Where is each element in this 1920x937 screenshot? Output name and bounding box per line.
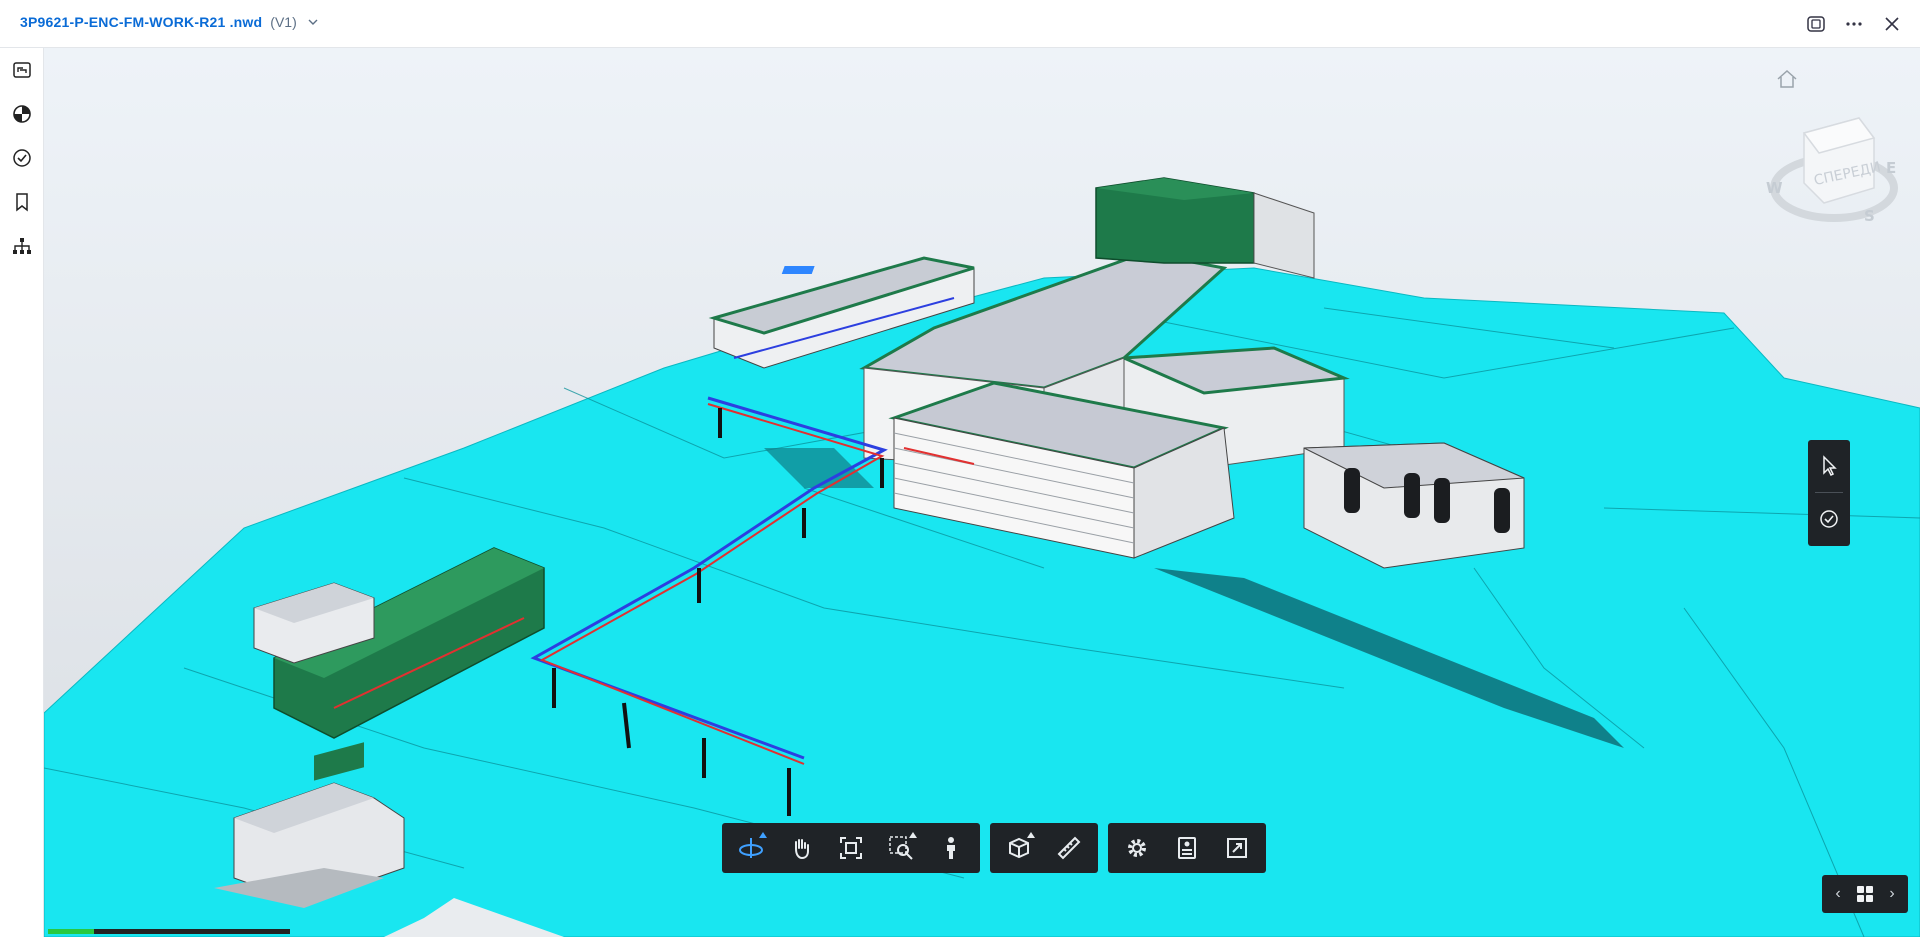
rail-views[interactable] xyxy=(0,180,44,224)
first-person-button[interactable] xyxy=(926,823,976,873)
compass-west: W xyxy=(1766,179,1783,197)
first-person-icon xyxy=(947,837,955,859)
file-name[interactable]: 3P9621-P-ENC-FM-WORK-R21 .nwd xyxy=(20,14,262,30)
close-icon xyxy=(1885,17,1899,31)
model-scene[interactable] xyxy=(44,48,1920,937)
zoom-window-icon xyxy=(889,836,913,860)
sheet-navigator: ‹ › xyxy=(1822,875,1908,913)
fit-view-icon xyxy=(840,837,862,859)
left-rail xyxy=(0,48,44,937)
fit-view-button[interactable] xyxy=(826,823,876,873)
model-viewport[interactable]: СПЕРЕДИ W S E xyxy=(44,48,1920,937)
settings-tools xyxy=(1108,823,1266,873)
rail-hierarchy[interactable] xyxy=(0,224,44,268)
orbit-button[interactable] xyxy=(726,823,776,873)
settings-button[interactable] xyxy=(1112,823,1162,873)
selection-tool-panel xyxy=(1808,440,1850,546)
compare-icon xyxy=(1807,16,1825,32)
next-sheet-button[interactable]: › xyxy=(1884,885,1900,903)
compass-south: S xyxy=(1864,207,1875,225)
document-title[interactable]: 3P9621-P-ENC-FM-WORK-R21 .nwd (V1) xyxy=(20,14,321,30)
orbit-icon xyxy=(739,838,763,858)
more-button[interactable] xyxy=(1842,12,1866,36)
check-icon xyxy=(1820,510,1838,528)
properties-icon xyxy=(1178,837,1196,859)
appearance-icon xyxy=(13,105,31,123)
measure-icon xyxy=(1057,836,1081,860)
file-version[interactable]: (V1) xyxy=(270,14,296,30)
model-browser-icon xyxy=(13,62,31,78)
pan-icon xyxy=(795,839,809,860)
close-button[interactable] xyxy=(1880,12,1904,36)
select-button[interactable] xyxy=(1808,440,1850,492)
zoom-window-button[interactable] xyxy=(876,823,926,873)
chevron-down-icon[interactable] xyxy=(305,14,321,30)
loading-progress-bar xyxy=(48,929,290,934)
home-view-icon[interactable] xyxy=(1774,66,1800,92)
model-tools xyxy=(990,823,1098,873)
sheets-grid-icon[interactable] xyxy=(1855,884,1875,904)
viewcube[interactable]: СПЕРЕДИ W S E xyxy=(1764,93,1904,243)
views-icon xyxy=(16,193,28,212)
issues-icon xyxy=(13,149,31,167)
prev-sheet-button[interactable]: ‹ xyxy=(1830,885,1846,903)
properties-button[interactable] xyxy=(1162,823,1212,873)
select-cursor-icon xyxy=(1823,455,1837,477)
rail-issues[interactable] xyxy=(0,136,44,180)
settings-icon xyxy=(1128,839,1146,857)
viewer-toolbar xyxy=(722,823,1266,873)
check-button[interactable] xyxy=(1808,493,1850,545)
compare-button[interactable] xyxy=(1804,12,1828,36)
more-icon xyxy=(1846,22,1862,26)
section-box-button[interactable] xyxy=(994,823,1044,873)
section-box-icon xyxy=(1009,837,1029,859)
hierarchy-icon xyxy=(13,238,31,254)
fullscreen-icon xyxy=(1227,838,1247,858)
rail-appearance[interactable] xyxy=(0,92,44,136)
rail-model-browser[interactable] xyxy=(0,48,44,92)
pan-button[interactable] xyxy=(776,823,826,873)
fullscreen-button[interactable] xyxy=(1212,823,1262,873)
measure-button[interactable] xyxy=(1044,823,1094,873)
compass-east: E xyxy=(1886,159,1896,177)
app-header: 3P9621-P-ENC-FM-WORK-R21 .nwd (V1) xyxy=(0,0,1920,48)
loading-progress-fill xyxy=(48,929,94,934)
navigation-tools xyxy=(722,823,980,873)
